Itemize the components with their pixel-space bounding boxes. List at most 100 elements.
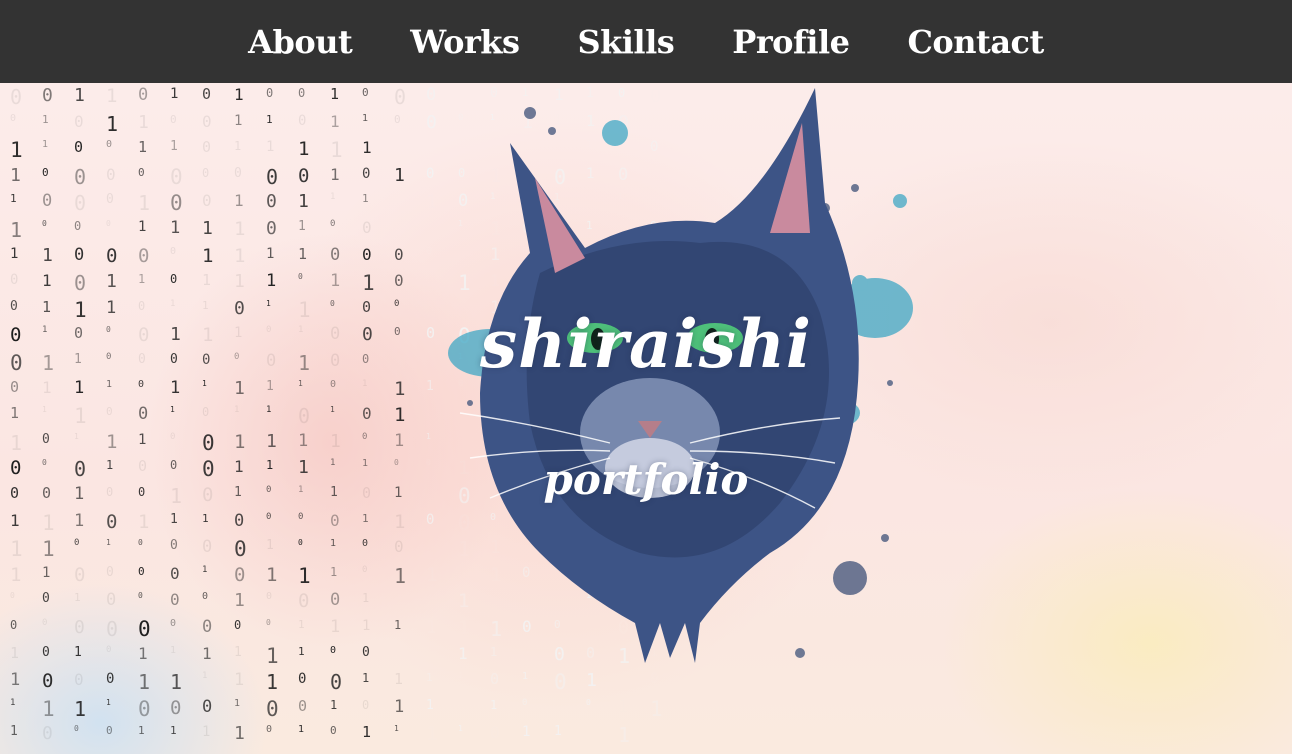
binary-digit: 1 [170,218,181,238]
binary-digit: 1 [202,724,211,741]
binary-digit: 0 [74,538,80,549]
binary-digit: 1 [138,111,149,133]
binary-digit: 1 [362,591,370,606]
binary-digit: 0 [106,164,116,184]
binary-digit: 1 [362,671,370,686]
nav-about-link[interactable]: About [248,23,353,61]
binary-digit: 0 [202,405,210,420]
binary-digit: 1 [106,697,111,707]
binary-digit: 0 [362,538,369,550]
binary-digit: 1 [426,723,438,746]
binary-digit: 0 [266,724,273,736]
binary-digit: 1 [10,724,18,740]
binary-digit: 0 [106,192,114,208]
binary-digit: 0 [234,563,246,586]
binary-digit: 1 [10,537,23,562]
binary-digit: 1 [234,723,245,745]
binary-digit: 1 [394,696,405,717]
binary-digit: 1 [554,724,562,740]
binary-digit: 1 [74,696,87,721]
binary-digit: 0 [298,538,303,548]
binary-digit: 0 [138,165,145,179]
binary-digit: 1 [522,724,531,741]
binary-digit: 1 [138,431,147,448]
binary-digit: 0 [298,86,306,100]
binary-digit: 0 [74,164,87,189]
binary-digit: 0 [42,644,50,660]
binary-digit: 1 [266,538,274,554]
binary-digit: 0 [298,404,311,429]
binary-digit: 0 [74,138,84,157]
binary-digit: 1 [10,404,20,423]
binary-digit: 1 [202,218,213,239]
binary-digit: 1 [490,697,498,712]
binary-digit: 1 [234,191,244,211]
nav-works-link[interactable]: Works [410,23,520,61]
binary-digit: 1 [138,272,146,287]
binary-digit: 0 [266,86,274,100]
binary-digit: 1 [330,564,338,579]
cat-illustration [448,88,913,663]
nav-contact-link[interactable]: Contact [907,23,1044,61]
binary-digit: 0 [74,724,79,734]
binary-digit: 0 [298,671,307,688]
binary-digit: 0 [202,696,213,717]
binary-digit: 0 [234,165,242,181]
nav-profile-link[interactable]: Profile [732,23,850,61]
binary-digit: 1 [138,510,150,533]
binary-digit: 0 [298,164,310,187]
binary-digit: 0 [330,510,340,530]
binary-digit: 0 [170,590,180,610]
binary-digit: 1 [330,697,338,712]
binary-digit: 1 [106,538,111,548]
binary-digit: 1 [10,563,22,586]
binary-digit: 1 [138,191,151,216]
binary-digit: 1 [330,430,341,452]
binary-digit: 0 [330,724,337,738]
binary-digit: 1 [426,697,434,713]
binary-digit: 1 [330,138,343,163]
binary-digit: 0 [106,219,111,228]
binary-digit: 0 [266,696,279,721]
binary-digit: 0 [42,591,50,607]
binary-digit: 0 [74,271,87,296]
binary-digit: 0 [170,191,183,216]
binary-digit: 0 [170,538,178,554]
binary-digit: 0 [586,697,591,707]
binary-digit: 0 [10,85,23,109]
binary-digit: 0 [138,538,143,548]
binary-digit: 1 [42,537,55,562]
binary-digit: 1 [42,112,49,126]
binary-digit: 1 [170,405,175,415]
binary-digit: 0 [42,191,53,212]
binary-digit: 1 [298,724,305,736]
binary-digit: 1 [298,138,310,161]
binary-digit: 0 [42,618,48,628]
top-navigation: About Works Skills Profile Contact [0,0,1292,83]
binary-digit: 0 [298,590,310,613]
binary-digit: 1 [42,139,49,151]
binary-digit: 1 [74,591,81,605]
binary-digit: 0 [106,564,114,580]
binary-digit: 1 [234,139,242,154]
binary-digit: 0 [330,644,337,656]
binary-digit: 0 [170,272,178,287]
binary-digit: 0 [106,617,119,641]
binary-digit: 1 [10,697,16,708]
binary-digit: 1 [138,724,145,738]
binary-digit: 0 [10,272,19,289]
binary-digit: 0 [330,244,341,265]
binary-digit: 1 [234,670,245,691]
binary-digit: 0 [138,696,151,721]
binary-digit: 1 [234,271,245,293]
binary-digit: 1 [362,723,372,742]
binary-digit: 0 [202,191,212,211]
binary-digit: 0 [10,618,18,632]
binary-digit: 1 [42,244,53,266]
binary-digit: 1 [618,723,631,748]
binary-digit: 1 [298,191,309,213]
hero-section: 0011010100100001110001011001101100011110… [0,83,1292,754]
binary-digit: 1 [234,590,245,612]
binary-digit: 0 [74,617,85,638]
nav-skills-link[interactable]: Skills [577,23,674,61]
